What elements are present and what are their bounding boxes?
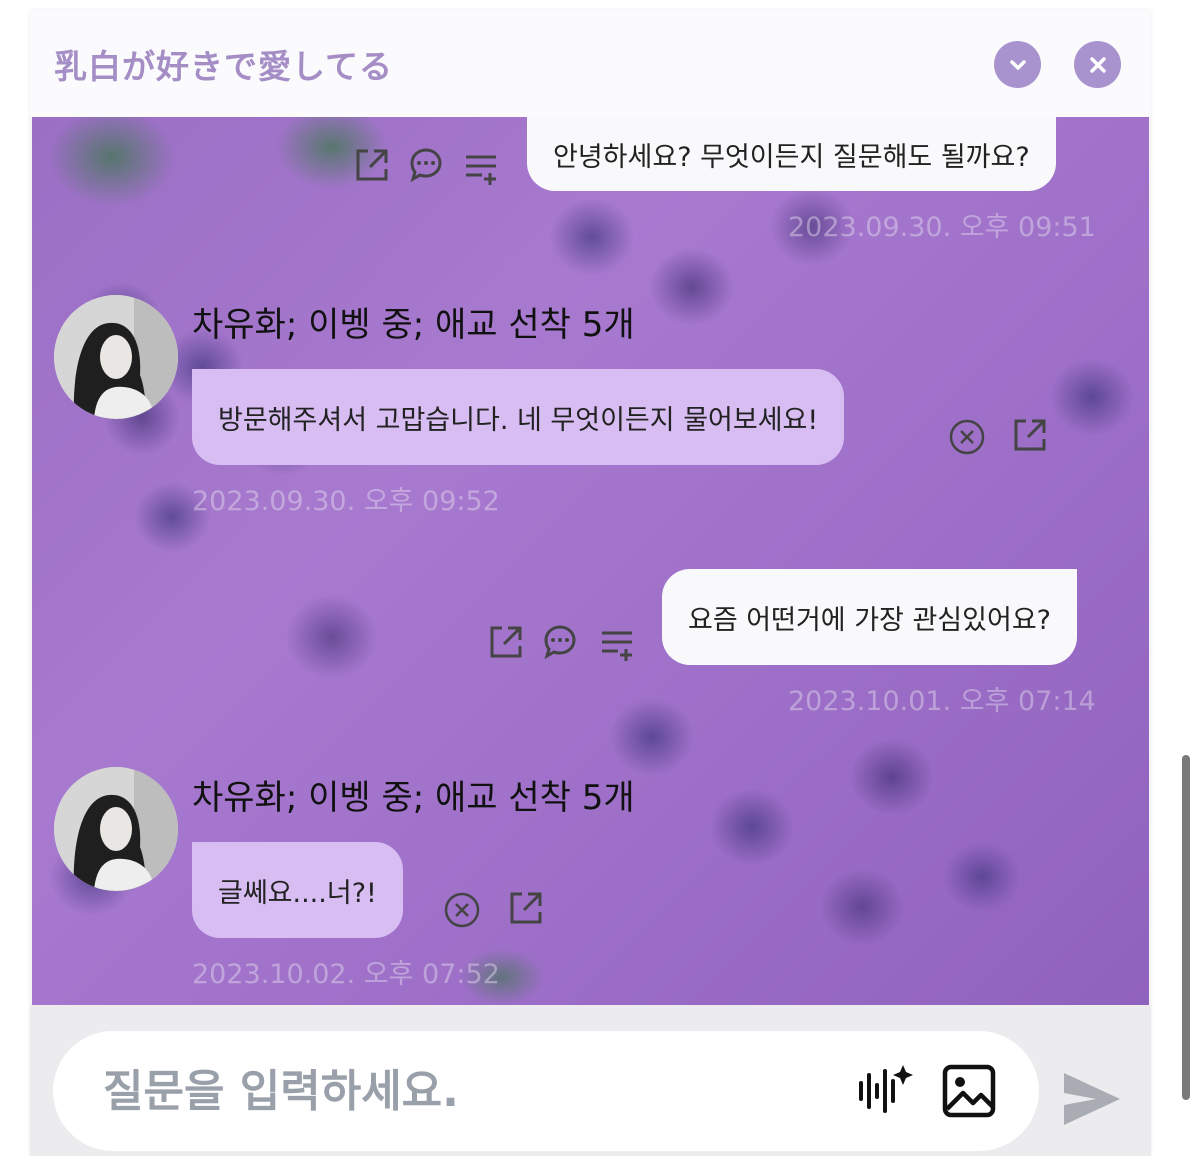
- message-timestamp: 2023.09.30. 오후 09:51: [788, 212, 1096, 243]
- chat-title: 乳白が好きで愛してる: [54, 47, 394, 86]
- voice-sparkle-icon[interactable]: [853, 1061, 913, 1121]
- user-message-bubble: 안녕하세요? 무엇이든지 질문해도 될까요?: [527, 117, 1056, 191]
- playlist-add-icon[interactable]: [462, 149, 502, 189]
- share-icon[interactable]: [506, 888, 546, 928]
- close-button[interactable]: [1074, 41, 1121, 88]
- message-timestamp: 2023.10.01. 오후 07:14: [788, 686, 1096, 717]
- share-icon[interactable]: [352, 145, 392, 185]
- bot-avatar: [54, 767, 178, 891]
- bot-message-bubble: 글쎄요....너?!: [192, 842, 403, 938]
- comment-icon[interactable]: [540, 622, 580, 662]
- message-text: 방문해주셔서 고맙습니다. 네 무엇이든지 물어보세요!: [218, 404, 819, 436]
- cancel-circle-icon[interactable]: [947, 417, 987, 457]
- bot-avatar: [54, 295, 178, 419]
- close-icon: [1089, 56, 1106, 73]
- share-icon[interactable]: [1010, 415, 1050, 455]
- chat-header: 乳白が好きで愛してる: [30, 10, 1151, 117]
- message-composer: [30, 1005, 1151, 1156]
- collapse-button[interactable]: [994, 41, 1041, 88]
- cancel-circle-icon[interactable]: [442, 890, 482, 930]
- bot-name: 차유화; 이벵 중; 애교 선착 5개: [192, 305, 635, 345]
- bot-message-bubble: 방문해주셔서 고맙습니다. 네 무엇이든지 물어보세요!: [192, 369, 845, 465]
- message-text: 글쎄요....너?!: [218, 877, 377, 909]
- playlist-add-icon[interactable]: [598, 625, 638, 665]
- chat-panel: 乳白が好きで愛してる 안녕하세요? 무엇이든지 질문해도 될까요? 2023.0…: [30, 10, 1151, 1156]
- comment-icon[interactable]: [406, 145, 446, 185]
- chat-messages-area[interactable]: 안녕하세요? 무엇이든지 질문해도 될까요? 2023.09.30. 오후 09…: [32, 117, 1149, 1005]
- user-message-bubble: 요즘 어떤거에 가장 관심있어요?: [662, 569, 1077, 665]
- message-input[interactable]: [103, 1053, 843, 1129]
- scrollbar[interactable]: [1182, 755, 1190, 1100]
- message-text: 안녕하세요? 무엇이든지 질문해도 될까요?: [553, 141, 1030, 173]
- image-icon[interactable]: [941, 1063, 997, 1119]
- bot-name: 차유화; 이벵 중; 애교 선착 5개: [192, 778, 635, 818]
- message-timestamp: 2023.09.30. 오후 09:52: [192, 486, 500, 517]
- chevron-down-icon: [1009, 59, 1026, 70]
- share-icon[interactable]: [486, 622, 526, 662]
- message-text: 요즘 어떤거에 가장 관심있어요?: [688, 604, 1051, 636]
- message-input-container[interactable]: [53, 1031, 1039, 1151]
- message-timestamp: 2023.10.02. 오후 07:52: [192, 959, 500, 990]
- send-icon[interactable]: [1060, 1067, 1124, 1131]
